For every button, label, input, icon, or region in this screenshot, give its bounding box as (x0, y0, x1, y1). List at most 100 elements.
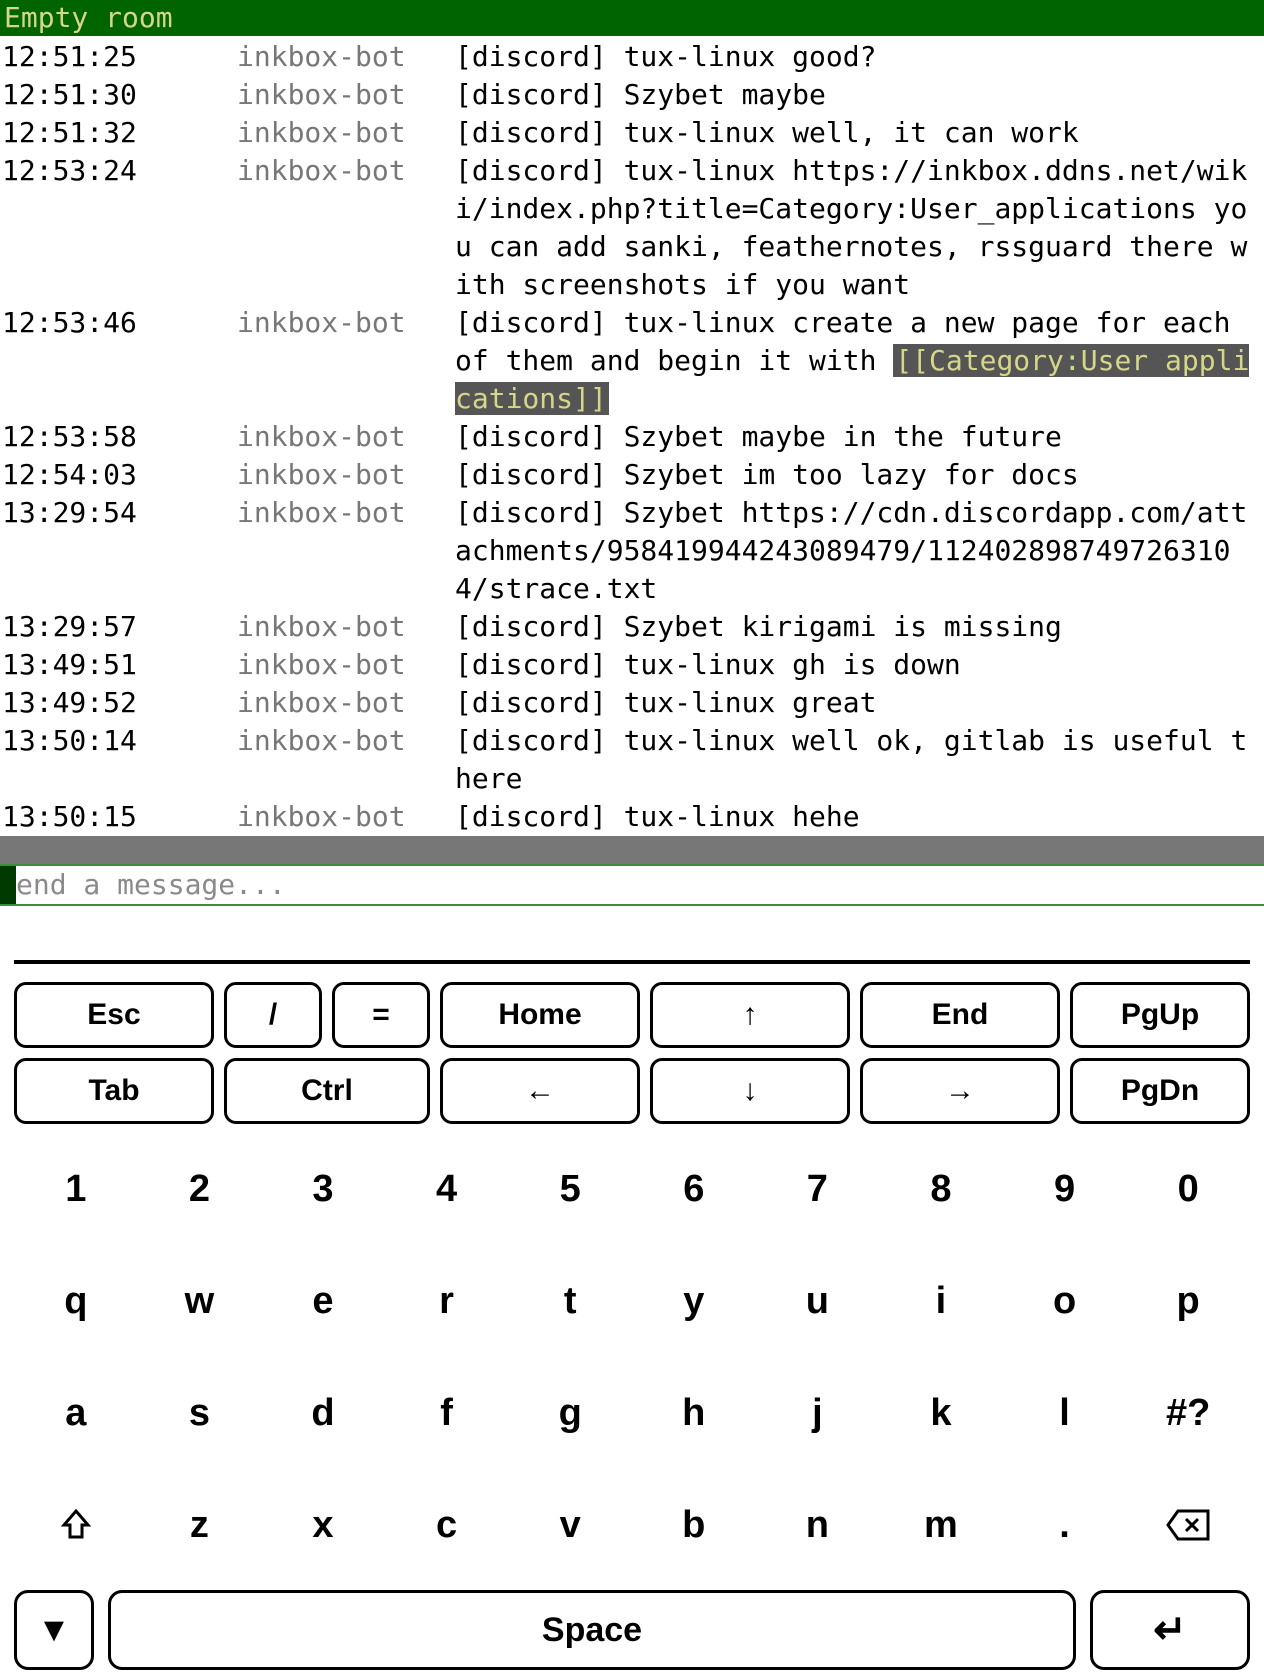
key-arrow-left[interactable]: ← (440, 1058, 640, 1124)
message-time: 12:51:32 (0, 114, 175, 152)
message-time: 13:50:14 (0, 722, 175, 760)
key-t[interactable]: t (508, 1266, 632, 1336)
key-ctrl[interactable]: Ctrl (224, 1058, 430, 1124)
message-row: 13:29:54inkbox-bot[discord] Szybet https… (0, 494, 1264, 608)
key-v[interactable]: v (508, 1490, 632, 1560)
key-2[interactable]: 2 (138, 1154, 262, 1224)
message-user: inkbox-bot (175, 684, 455, 722)
message-time: 13:49:51 (0, 646, 175, 684)
message-time: 13:29:57 (0, 608, 175, 646)
key-arrow-up[interactable]: ↑ (650, 982, 850, 1048)
key-j[interactable]: j (756, 1378, 880, 1448)
key-i[interactable]: i (879, 1266, 1003, 1336)
message-input[interactable]: end a message... (0, 864, 1264, 906)
key-hide-keyboard[interactable]: ▼ (14, 1590, 94, 1670)
key-s[interactable]: s (138, 1378, 262, 1448)
key-f[interactable]: f (385, 1378, 509, 1448)
message-row: 12:53:58inkbox-bot[discord] Szybet maybe… (0, 418, 1264, 456)
key-0[interactable]: 0 (1126, 1154, 1250, 1224)
message-user: inkbox-bot (175, 152, 455, 190)
key-u[interactable]: u (756, 1266, 880, 1336)
input-placeholder: end a message... (0, 866, 1264, 904)
message-text: [discord] Szybet kirigami is missing (455, 608, 1264, 646)
key-e[interactable]: e (261, 1266, 385, 1336)
key-m[interactable]: m (879, 1490, 1003, 1560)
key-x[interactable]: x (261, 1490, 385, 1560)
message-text: [discord] tux-linux great (455, 684, 1264, 722)
key-backspace[interactable] (1126, 1490, 1250, 1560)
key-pgdn[interactable]: PgDn (1070, 1058, 1250, 1124)
key-tab[interactable]: Tab (14, 1058, 214, 1124)
message-time: 13:49:52 (0, 684, 175, 722)
message-row: 12:54:03inkbox-bot[discord] Szybet im to… (0, 456, 1264, 494)
message-user: inkbox-bot (175, 646, 455, 684)
key-8[interactable]: 8 (879, 1154, 1003, 1224)
key-r[interactable]: r (385, 1266, 509, 1336)
key-c[interactable]: c (385, 1490, 509, 1560)
message-user: inkbox-bot (175, 798, 455, 836)
key-arrow-down[interactable]: ↓ (650, 1058, 850, 1124)
message-time: 12:54:03 (0, 456, 175, 494)
key-w[interactable]: w (138, 1266, 262, 1336)
keyboard-divider (14, 960, 1250, 964)
message-user: inkbox-bot (175, 38, 455, 76)
key-shift[interactable] (14, 1490, 138, 1560)
key-equals[interactable]: = (332, 982, 430, 1048)
key-3[interactable]: 3 (261, 1154, 385, 1224)
key-arrow-right[interactable]: → (860, 1058, 1060, 1124)
message-text: [discord] tux-linux good? (455, 38, 1264, 76)
key-o[interactable]: o (1003, 1266, 1127, 1336)
message-text: [discord] tux-linux https://inkbox.ddns.… (455, 152, 1264, 304)
message-text: [discord] Szybet maybe (455, 76, 1264, 114)
key-end[interactable]: End (860, 982, 1060, 1048)
cursor-icon (0, 866, 16, 904)
message-time: 12:51:25 (0, 38, 175, 76)
key-1[interactable]: 1 (14, 1154, 138, 1224)
message-text: [discord] tux-linux well, it can work (455, 114, 1264, 152)
key-h[interactable]: h (632, 1378, 756, 1448)
message-time: 12:53:46 (0, 304, 175, 342)
message-log[interactable]: 12:51:25inkbox-bot[discord] tux-linux go… (0, 36, 1264, 836)
message-row: 13:29:57inkbox-bot[discord] Szybet kirig… (0, 608, 1264, 646)
key-esc[interactable]: Esc (14, 982, 214, 1048)
message-time: 12:53:58 (0, 418, 175, 456)
key-n[interactable]: n (756, 1490, 880, 1560)
message-user: inkbox-bot (175, 114, 455, 152)
key-l[interactable]: l (1003, 1378, 1127, 1448)
key-q[interactable]: q (14, 1266, 138, 1336)
key-space[interactable]: Space (108, 1590, 1076, 1670)
key-symbols[interactable]: #? (1126, 1378, 1250, 1448)
message-text: [discord] tux-linux create a new page fo… (455, 304, 1264, 418)
message-time: 12:51:30 (0, 76, 175, 114)
key-y[interactable]: y (632, 1266, 756, 1336)
message-row: 12:51:32inkbox-bot[discord] tux-linux we… (0, 114, 1264, 152)
message-row: 13:50:14inkbox-bot[discord] tux-linux we… (0, 722, 1264, 798)
message-user: inkbox-bot (175, 494, 455, 532)
key-k[interactable]: k (879, 1378, 1003, 1448)
key-9[interactable]: 9 (1003, 1154, 1127, 1224)
key-b[interactable]: b (632, 1490, 756, 1560)
message-row: 12:51:25inkbox-bot[discord] tux-linux go… (0, 38, 1264, 76)
message-row: 12:53:24inkbox-bot[discord] tux-linux ht… (0, 152, 1264, 304)
message-user: inkbox-bot (175, 304, 455, 342)
key-g[interactable]: g (508, 1378, 632, 1448)
key-enter[interactable]: ↵ (1090, 1590, 1250, 1670)
key-a[interactable]: a (14, 1378, 138, 1448)
key-4[interactable]: 4 (385, 1154, 509, 1224)
message-row: 13:49:52inkbox-bot[discord] tux-linux gr… (0, 684, 1264, 722)
key-7[interactable]: 7 (756, 1154, 880, 1224)
key-pgup[interactable]: PgUp (1070, 982, 1250, 1048)
on-screen-keyboard: Esc / = Home ↑ End PgUp Tab Ctrl ← ↓ → P… (0, 906, 1264, 1680)
key-d[interactable]: d (261, 1378, 385, 1448)
key-slash[interactable]: / (224, 982, 322, 1048)
message-text: [discord] Szybet im too lazy for docs (455, 456, 1264, 494)
key-p[interactable]: p (1126, 1266, 1250, 1336)
room-title: Empty room (0, 0, 1264, 36)
message-user: inkbox-bot (175, 608, 455, 646)
key-5[interactable]: 5 (508, 1154, 632, 1224)
key-6[interactable]: 6 (632, 1154, 756, 1224)
highlighted-text: [[Category:User applications]] (455, 344, 1249, 415)
key-z[interactable]: z (138, 1490, 262, 1560)
key-home[interactable]: Home (440, 982, 640, 1048)
key-period[interactable]: . (1003, 1490, 1127, 1560)
